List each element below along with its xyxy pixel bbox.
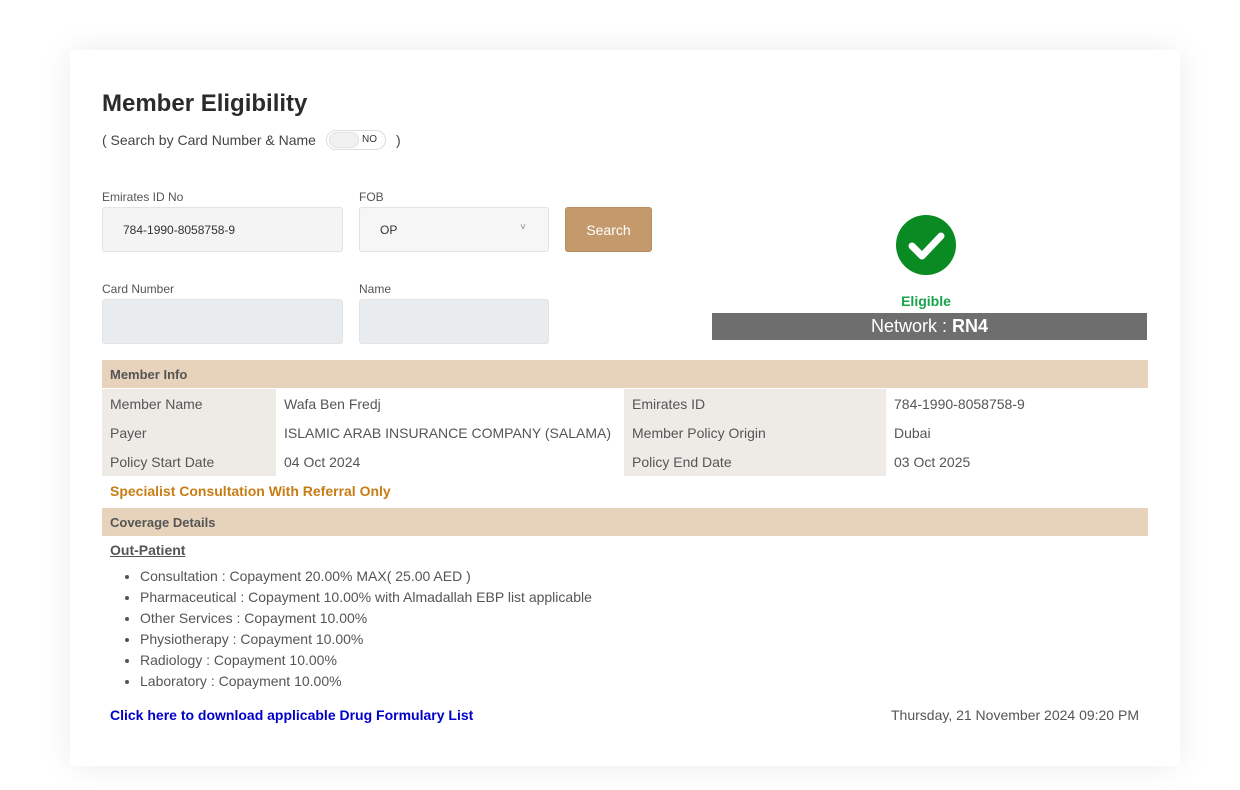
policy-end-key: Policy End Date bbox=[624, 447, 886, 476]
drug-formulary-download-link[interactable]: Click here to download applicable Drug F… bbox=[110, 707, 473, 723]
card-number-input[interactable] bbox=[102, 299, 343, 344]
referral-note: Specialist Consultation With Referral On… bbox=[110, 483, 391, 499]
payer-key: Payer bbox=[102, 418, 276, 447]
member-info-header: Member Info bbox=[102, 360, 1148, 388]
eligibility-status: Eligible bbox=[901, 293, 951, 309]
search-mode-label: ( Search by Card Number & Name bbox=[102, 132, 316, 148]
emirates-id-value: 784-1990-8058758-9 bbox=[123, 222, 236, 237]
emirates-id-key: Emirates ID bbox=[624, 389, 886, 418]
list-item: Physiotherapy : Copayment 10.00% bbox=[140, 630, 592, 651]
member-info-table: Member Name Wafa Ben Fredj Emirates ID 7… bbox=[102, 389, 1148, 476]
policy-origin-key: Member Policy Origin bbox=[624, 418, 886, 447]
list-item: Other Services : Copayment 10.00% bbox=[140, 609, 592, 630]
policy-origin-value: Dubai bbox=[894, 424, 931, 441]
payer-value: ISLAMIC ARAB INSURANCE COMPANY (SALAMA) bbox=[284, 424, 611, 441]
policy-start-value: 04 Oct 2024 bbox=[284, 453, 361, 470]
list-item: Pharmaceutical : Copayment 10.00% with A… bbox=[140, 588, 592, 609]
toggle-knob bbox=[328, 132, 359, 148]
table-row: Policy Start Date 04 Oct 2024 Policy End… bbox=[102, 447, 1148, 476]
member-name-value: Wafa Ben Fredj bbox=[284, 395, 381, 412]
policy-start-key: Policy Start Date bbox=[102, 447, 276, 476]
emirates-id-label: Emirates ID No bbox=[102, 190, 184, 204]
network-value: RN4 bbox=[952, 316, 989, 336]
list-item: Laboratory : Copayment 10.00% bbox=[140, 672, 592, 693]
toggle-state: NO bbox=[361, 134, 377, 145]
search-mode-row: ( Search by Card Number & Name NO ) bbox=[102, 130, 401, 150]
card-number-label: Card Number bbox=[102, 282, 175, 296]
chevron-down-icon: ˅ bbox=[520, 222, 526, 233]
search-mode-close-paren: ) bbox=[395, 132, 401, 148]
eligibility-card: Member Eligibility ( Search by Card Numb… bbox=[70, 50, 1180, 766]
fob-label: FOB bbox=[359, 190, 384, 204]
out-patient-title: Out-Patient bbox=[110, 542, 186, 558]
policy-end-value: 03 Oct 2025 bbox=[894, 453, 971, 470]
check-circle-icon bbox=[896, 215, 956, 275]
network-label: Network : bbox=[870, 316, 947, 336]
emirates-id-info-value: 784-1990-8058758-9 bbox=[894, 395, 1025, 412]
emirates-id-input[interactable]: 784-1990-8058758-9 bbox=[102, 207, 343, 252]
page-title: Member Eligibility bbox=[102, 90, 308, 117]
table-row: Payer ISLAMIC ARAB INSURANCE COMPANY (SA… bbox=[102, 418, 1148, 447]
fob-select[interactable]: OP ˅ bbox=[359, 207, 549, 252]
list-item: Radiology : Copayment 10.00% bbox=[140, 651, 592, 672]
list-item: Consultation : Copayment 20.00% MAX( 25.… bbox=[140, 567, 592, 588]
card-name-search-toggle[interactable]: NO bbox=[325, 130, 386, 150]
network-banner: Network : RN4 bbox=[712, 313, 1147, 340]
name-input[interactable] bbox=[359, 299, 549, 344]
table-row: Member Name Wafa Ben Fredj Emirates ID 7… bbox=[102, 389, 1148, 418]
name-label: Name bbox=[359, 282, 392, 296]
coverage-list: Consultation : Copayment 20.00% MAX( 25.… bbox=[140, 567, 592, 693]
member-name-key: Member Name bbox=[102, 389, 276, 418]
coverage-details-header: Coverage Details bbox=[102, 508, 1148, 536]
fob-selected-value: OP bbox=[380, 222, 398, 237]
search-button[interactable]: Search bbox=[565, 207, 652, 252]
timestamp: Thursday, 21 November 2024 09:20 PM bbox=[891, 707, 1139, 723]
